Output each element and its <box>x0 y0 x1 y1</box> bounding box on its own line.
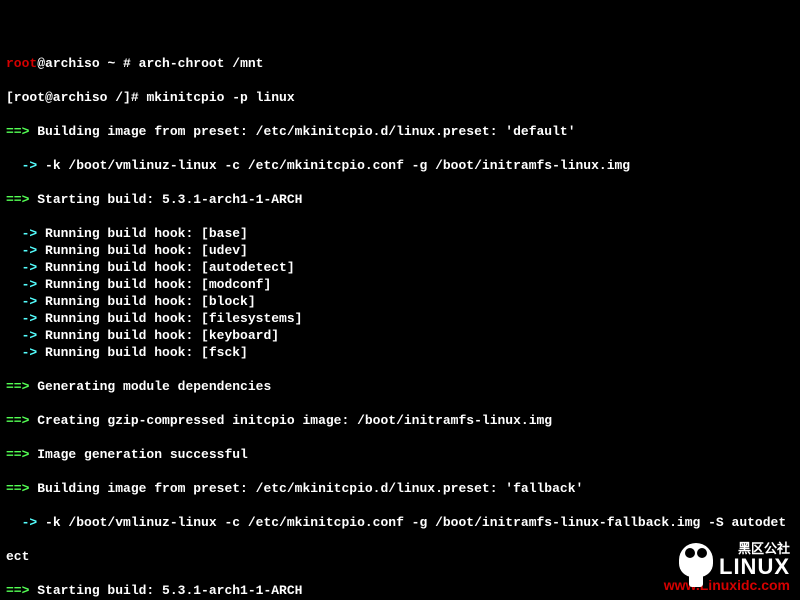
hook-line: -> Running build hook: [autodetect] <box>6 259 794 276</box>
hook-line: -> Running build hook: [modconf] <box>6 276 794 293</box>
output-line: ==> Creating gzip-compressed initcpio im… <box>6 412 794 429</box>
hook-line: -> Running build hook: [base] <box>6 225 794 242</box>
hook-line: -> Running build hook: [keyboard] <box>6 327 794 344</box>
output-line: ==> Generating module dependencies <box>6 378 794 395</box>
hook-line: -> Running build hook: [filesystems] <box>6 310 794 327</box>
hook-line: -> Running build hook: [udev] <box>6 242 794 259</box>
command-input: mkinitcpio -p linux <box>146 90 294 105</box>
output-line: ==> Starting build: 5.3.1-arch1-1-ARCH <box>6 191 794 208</box>
output-line: -> -k /boot/vmlinuz-linux -c /etc/mkinit… <box>6 514 794 531</box>
user: root <box>6 56 37 71</box>
output-line: ==> Building image from preset: /etc/mki… <box>6 480 794 497</box>
terminal[interactable]: root@archiso ~ # arch-chroot /mnt [root@… <box>0 0 800 600</box>
prompt-line-2: [root@archiso /]# mkinitcpio -p linux <box>6 89 794 106</box>
output-line: -> -k /boot/vmlinuz-linux -c /etc/mkinit… <box>6 157 794 174</box>
hook-line: -> Running build hook: [fsck] <box>6 344 794 361</box>
output-line: ==> Image generation successful <box>6 446 794 463</box>
hook-line: -> Running build hook: [block] <box>6 293 794 310</box>
output-line: ==> Building image from preset: /etc/mki… <box>6 123 794 140</box>
command-input: arch-chroot /mnt <box>139 56 264 71</box>
prompt-line-1: root@archiso ~ # arch-chroot /mnt <box>6 55 794 72</box>
output-line: ect <box>6 548 794 565</box>
output-line: ==> Starting build: 5.3.1-arch1-1-ARCH <box>6 582 794 599</box>
